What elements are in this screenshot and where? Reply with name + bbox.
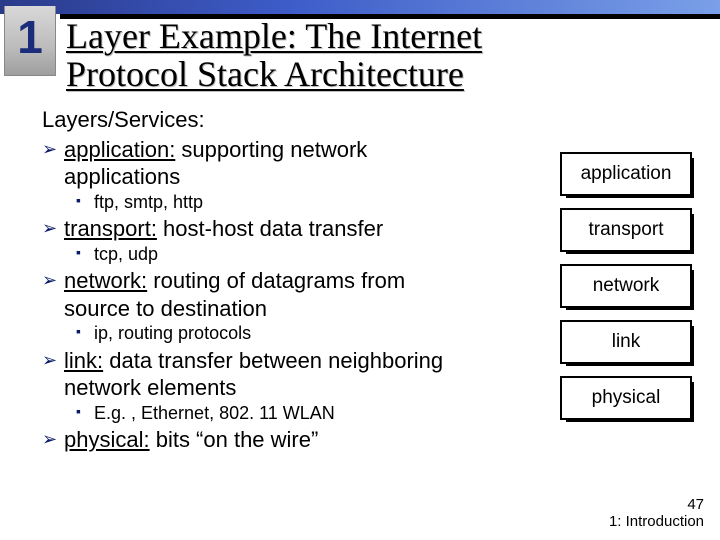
title-line-1: Layer Example: The Internet — [66, 16, 482, 56]
term-network: network: — [64, 268, 147, 293]
desc-physical: bits “on the wire” — [150, 427, 319, 452]
desc-link: data transfer between neighboring networ… — [64, 348, 443, 401]
term-physical: physical: — [64, 427, 150, 452]
bullet-application: application: supporting network applicat… — [42, 136, 432, 191]
stack-layer-application: application — [560, 152, 692, 196]
title-line-2: Protocol Stack Architecture — [66, 54, 464, 94]
term-application: application: — [64, 137, 175, 162]
layers-heading: Layers/Services: — [42, 106, 682, 134]
desc-transport: host-host data transfer — [157, 216, 383, 241]
footer-label: 1: Introduction — [609, 513, 704, 530]
bullet-transport: transport: host-host data transfer — [42, 215, 432, 243]
term-transport: transport: — [64, 216, 157, 241]
stack-layer-network: network — [560, 264, 692, 308]
top-gradient-bar — [0, 0, 720, 14]
slide-number: 47 — [687, 496, 704, 513]
chapter-number-badge: 1 — [4, 6, 56, 76]
stack-layer-transport: transport — [560, 208, 692, 252]
term-link: link: — [64, 348, 103, 373]
slide-footer: 47 1: Introduction — [609, 497, 704, 530]
bullet-link: link: data transfer between neighboring … — [42, 347, 452, 402]
bullet-network: network: routing of datagrams from sourc… — [42, 267, 432, 322]
bullet-physical: physical: bits “on the wire” — [42, 426, 452, 454]
stack-layer-link: link — [560, 320, 692, 364]
slide-title: Layer Example: The Internet Protocol Sta… — [66, 18, 696, 94]
stack-layer-physical: physical — [560, 376, 692, 420]
protocol-stack-diagram: application transport network link physi… — [560, 152, 692, 432]
